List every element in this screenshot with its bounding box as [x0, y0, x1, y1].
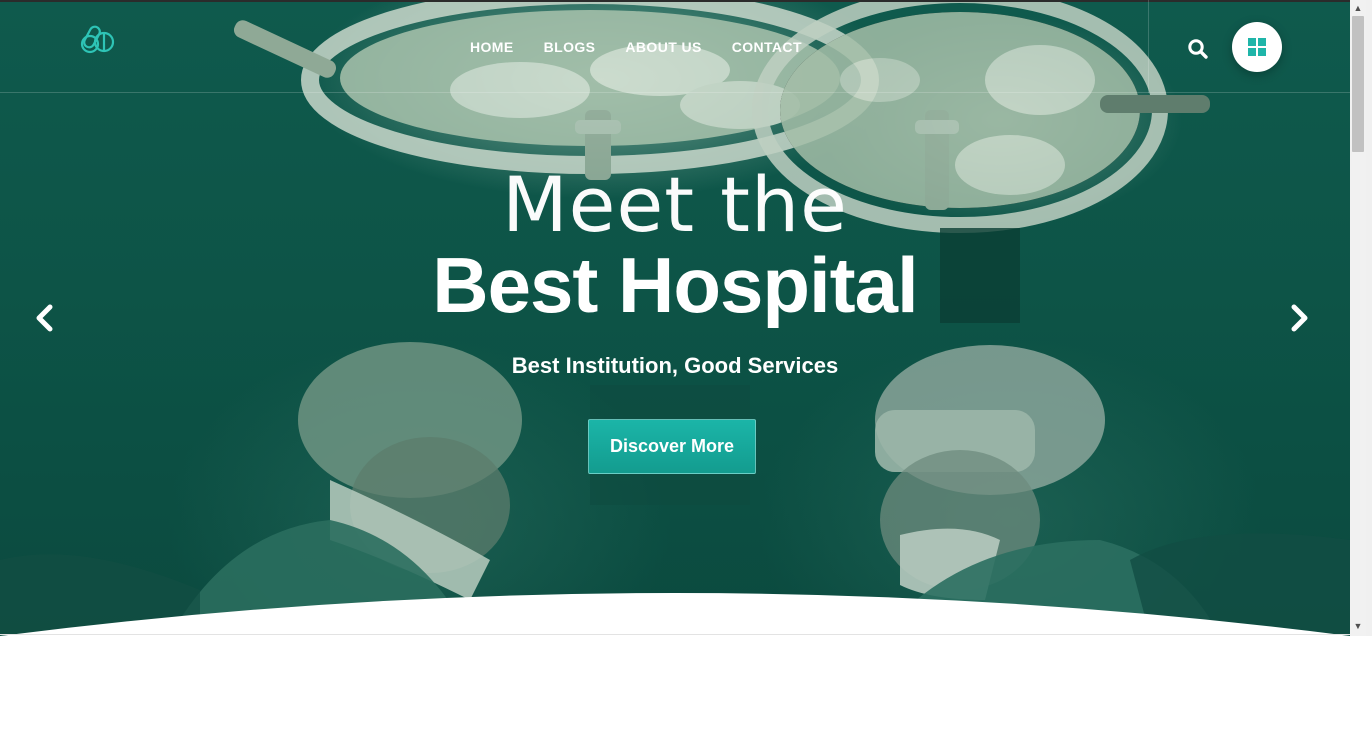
- grid-menu-button[interactable]: [1232, 22, 1282, 72]
- pill-capsule-logo-icon[interactable]: [80, 22, 116, 56]
- header-navbar: HOME BLOGS ABOUT US CONTACT: [0, 0, 1350, 93]
- page-viewport: HOME BLOGS ABOUT US CONTACT Meet the Bes…: [0, 0, 1350, 740]
- section-divider: [0, 634, 1350, 635]
- nav-item-home[interactable]: HOME: [470, 38, 514, 56]
- hero-headline-light: Meet the: [502, 160, 848, 249]
- header-divider: [1148, 0, 1149, 93]
- scrollbar-thumb[interactable]: [1352, 16, 1364, 152]
- discover-more-button[interactable]: Discover More: [588, 419, 756, 474]
- scroll-up-arrow-icon[interactable]: ▲: [1350, 0, 1366, 16]
- hero-headline-bold: Best Hospital: [432, 241, 918, 329]
- hero-bottom-curve: [0, 593, 1350, 636]
- nav-item-about-us[interactable]: ABOUT US: [625, 38, 701, 56]
- hero-subtitle: Best Institution, Good Services: [511, 353, 839, 378]
- vertical-scrollbar[interactable]: ▲ ▼: [1350, 0, 1372, 740]
- nav-item-contact[interactable]: CONTACT: [732, 38, 802, 56]
- grid-menu-icon: [1248, 38, 1266, 56]
- scroll-down-arrow-icon[interactable]: ▼: [1350, 618, 1366, 634]
- scrollbar-gutter: [1350, 636, 1372, 740]
- hero-slider: HOME BLOGS ABOUT US CONTACT Meet the Bes…: [0, 0, 1350, 636]
- nav-item-blogs[interactable]: BLOGS: [544, 38, 596, 56]
- search-icon[interactable]: [1186, 37, 1210, 61]
- main-nav: HOME BLOGS ABOUT US CONTACT: [455, 38, 817, 56]
